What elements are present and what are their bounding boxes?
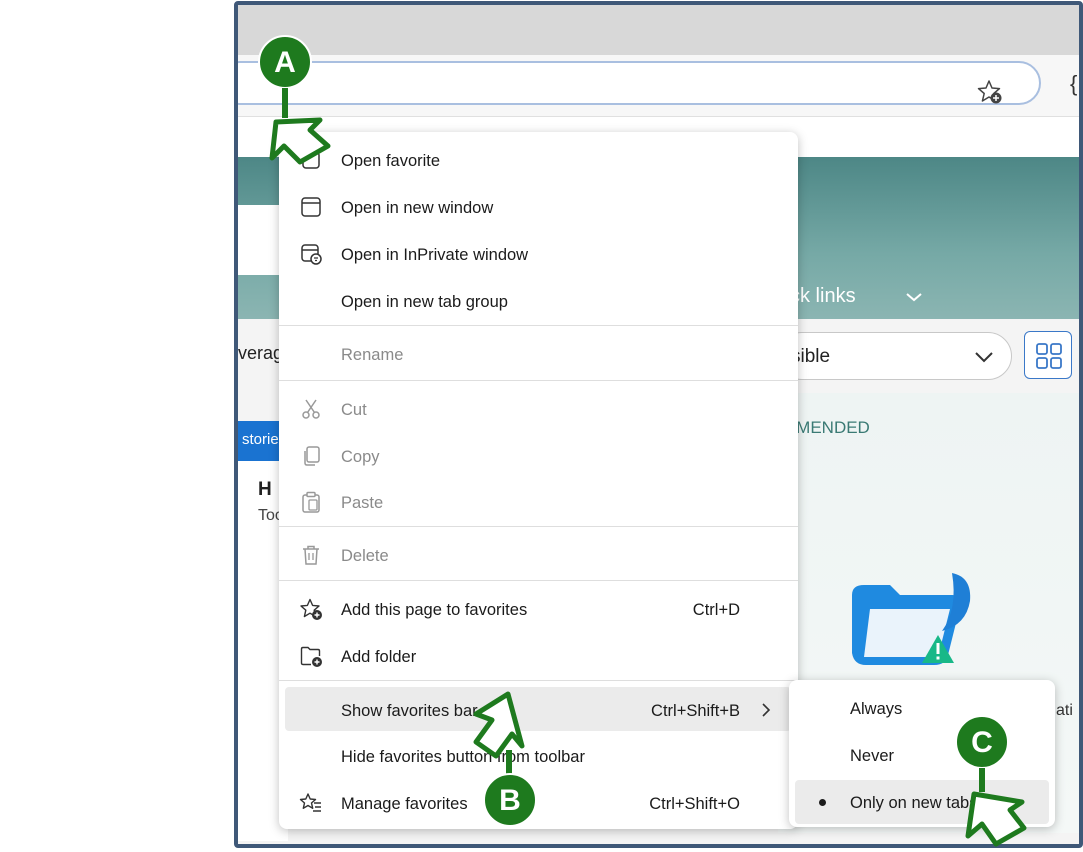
menu-item-rename: Rename	[279, 331, 798, 377]
menu-separator	[279, 325, 798, 326]
chevron-down-icon	[975, 352, 993, 363]
menu-item-shortcut: Ctrl+Shift+B	[651, 702, 740, 720]
settings-icon[interactable]: {	[1070, 71, 1077, 97]
menu-item-label: Cut	[341, 401, 367, 419]
menu-item-open-favorite[interactable]: Open favorite	[279, 137, 798, 183]
grid-icon	[1036, 343, 1062, 369]
chevron-down-icon[interactable]	[902, 285, 926, 309]
menu-item-add-folder[interactable]: Add folder	[279, 633, 798, 679]
menu-item-open-inprivate[interactable]: Open in InPrivate window	[279, 231, 798, 277]
address-bar[interactable]	[238, 61, 1041, 106]
menu-separator	[279, 526, 798, 527]
submenu-item-label: Never	[850, 747, 895, 765]
feed-select-fragment[interactable]: verag	[238, 343, 283, 373]
menu-item-cut: Cut	[279, 386, 798, 432]
copy-icon	[304, 446, 320, 466]
recommended-card-text: ati	[1056, 702, 1073, 719]
callout-c-letter: C	[971, 726, 993, 759]
submenu-item-label: Always	[850, 700, 903, 718]
tab-strip	[238, 5, 1079, 55]
menu-separator	[279, 380, 798, 381]
menu-item-label: Add this page to favorites	[341, 601, 528, 619]
trash-icon	[303, 545, 319, 565]
menu-item-label: Paste	[341, 494, 384, 512]
layout-select[interactable]: sible	[778, 332, 1012, 380]
callout-a: A	[258, 35, 331, 165]
arrow-cursor-icon	[269, 117, 331, 165]
arrow-cursor-icon	[965, 791, 1027, 847]
menu-item-label: Manage favorites	[341, 795, 468, 813]
callout-b-letter: B	[499, 784, 521, 817]
menu-item-label: Delete	[341, 547, 389, 565]
menu-item-label: Rename	[341, 346, 404, 364]
browser-toolbar: {	[238, 55, 1079, 117]
menu-item-open-new-window[interactable]: Open in new window	[279, 184, 798, 230]
folder-add-icon	[300, 646, 322, 667]
menu-item-shortcut: Ctrl+Shift+O	[649, 795, 740, 813]
menu-item-copy: Copy	[279, 433, 798, 479]
window-icon	[301, 197, 321, 217]
scissors-icon	[302, 399, 320, 419]
quick-links-label[interactable]: ck links	[790, 285, 856, 308]
menu-item-paste: Paste	[279, 479, 798, 525]
folder-warning-icon	[852, 573, 971, 665]
star-add-icon	[300, 598, 322, 620]
menu-item-add-page-favorites[interactable]: Add this page to favorites Ctrl+D	[279, 586, 798, 632]
chevron-right-icon	[762, 703, 771, 717]
selected-bullet-icon	[819, 799, 826, 806]
menu-item-label: Add folder	[341, 648, 417, 666]
menu-item-label: Open in new window	[341, 199, 494, 217]
inprivate-window-icon	[301, 244, 322, 265]
menu-item-label: Open favorite	[341, 152, 441, 170]
arrow-cursor-icon	[473, 691, 525, 759]
add-favorite-star-icon[interactable]	[976, 78, 1004, 106]
callout-c: C	[955, 715, 1027, 847]
menu-item-label: Copy	[341, 448, 380, 466]
manage-favorites-icon	[299, 793, 321, 812]
callout-b: B	[473, 691, 537, 827]
callout-a-letter: A	[274, 46, 296, 79]
menu-separator	[279, 580, 798, 581]
menu-separator	[279, 680, 798, 681]
grid-view-button[interactable]	[1024, 331, 1072, 379]
menu-item-label: Open in InPrivate window	[341, 246, 529, 264]
menu-item-label: Show favorites bar	[341, 702, 478, 720]
menu-item-delete: Delete	[279, 532, 798, 578]
hero-search-fragment	[238, 205, 283, 275]
menu-item-shortcut: Ctrl+D	[692, 601, 740, 619]
paste-icon	[302, 491, 320, 513]
menu-item-open-tab-group[interactable]: Open in new tab group	[279, 278, 798, 324]
news-card-heading: H	[258, 479, 272, 500]
menu-item-label: Open in new tab group	[341, 293, 508, 311]
